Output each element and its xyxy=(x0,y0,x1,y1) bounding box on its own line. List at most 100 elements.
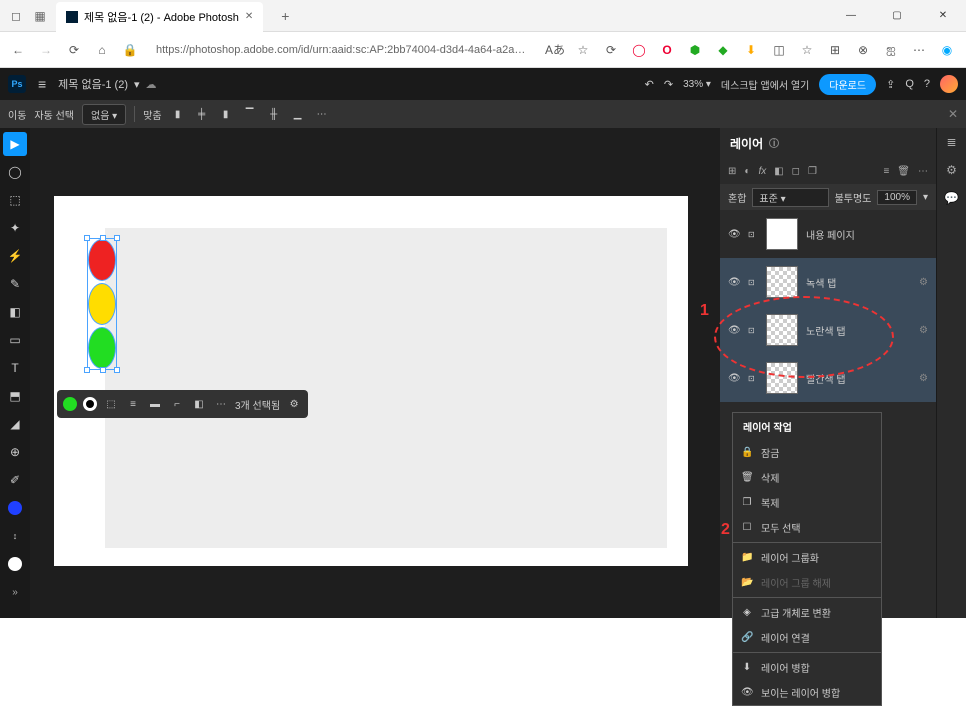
copilot-icon[interactable]: ◉ xyxy=(936,40,958,60)
autoselect-dropdown[interactable]: 없음 ▾ xyxy=(82,104,126,125)
star-icon[interactable]: ☆ xyxy=(572,40,594,60)
layers-rail-icon[interactable]: ≣ xyxy=(942,132,962,152)
profile-icon[interactable]: ◻ xyxy=(8,8,24,24)
lasso-tool[interactable]: ◯ xyxy=(3,160,27,184)
favorites-icon[interactable]: ☆ xyxy=(796,40,818,60)
ext2-icon[interactable]: O xyxy=(656,40,678,60)
undo-button[interactable]: ↶ xyxy=(645,78,654,91)
menu-button[interactable]: ≡ xyxy=(38,76,46,92)
wand-tool[interactable]: ✦ xyxy=(3,216,27,240)
align-icon[interactable]: ▬ xyxy=(147,399,163,410)
more-icon[interactable]: ⋯ xyxy=(213,399,229,410)
add-layer-icon[interactable]: ⊞ xyxy=(728,166,736,177)
ctx-merge[interactable]: ⬇레이어 병합 xyxy=(733,655,881,680)
ctx-duplicate[interactable]: ❐복제 xyxy=(733,490,881,515)
redo-button[interactable]: ↷ xyxy=(664,78,673,91)
more-icon[interactable]: ⋯ xyxy=(908,40,930,60)
text-tool[interactable]: T xyxy=(3,356,27,380)
align-right-icon[interactable]: ▮ xyxy=(218,106,234,122)
ctx-link[interactable]: 🔗레이어 연결 xyxy=(733,625,881,650)
ps-logo-icon[interactable]: Ps xyxy=(8,75,26,93)
align-left-icon[interactable]: ▮ xyxy=(170,106,186,122)
move-tool[interactable]: ▶ xyxy=(3,132,27,156)
options-close-icon[interactable]: ✕ xyxy=(948,107,958,121)
align-top-icon[interactable]: ▔ xyxy=(242,106,258,122)
search-icon[interactable]: Q xyxy=(905,78,914,90)
close-window-button[interactable]: ✕ xyxy=(920,0,966,32)
new-tab-button[interactable]: + xyxy=(271,8,299,24)
link-icon[interactable]: ⊡ xyxy=(748,374,758,383)
ctx-delete[interactable]: 🗑삭제 xyxy=(733,465,881,490)
info-icon[interactable]: i xyxy=(769,138,779,148)
opacity-input[interactable]: 100% xyxy=(877,190,917,205)
sync-icon[interactable]: ⟳ xyxy=(600,40,622,60)
align-hcenter-icon[interactable]: ╪ xyxy=(194,106,210,122)
chevron-down-icon[interactable]: ▾ xyxy=(134,78,140,91)
translate-icon[interactable]: Aあ xyxy=(544,40,566,60)
options-icon[interactable]: ⚙ xyxy=(286,399,302,410)
home-button[interactable]: ⌂ xyxy=(92,40,112,60)
minimize-button[interactable]: — xyxy=(828,0,874,32)
canvas[interactable]: ⬚ ≡ ▬ ⌐ ◧ ⋯ 3개 선택됨 ⚙ xyxy=(30,128,720,618)
swap-colors-icon[interactable]: ↕ xyxy=(3,524,27,548)
align-vcenter-icon[interactable]: ╫ xyxy=(266,106,282,122)
layer-item[interactable]: 👁 ⊡ 내용 페이지 xyxy=(720,210,936,258)
group-icon[interactable]: ❐ xyxy=(808,166,817,177)
back-button[interactable]: ← xyxy=(8,40,28,60)
open-desktop-link[interactable]: 데스크탑 앱에서 열기 xyxy=(721,77,809,92)
forward-button[interactable]: → xyxy=(36,40,56,60)
share-icon[interactable]: ⇪ xyxy=(886,78,895,91)
maximize-button[interactable]: ▢ xyxy=(874,0,920,32)
workspaces-icon[interactable]: ▦ xyxy=(32,8,48,24)
layer-options-icon[interactable]: ⚙ xyxy=(919,373,928,384)
blend-mode-select[interactable]: 표준 ▾ xyxy=(752,188,828,207)
ctx-select-all[interactable]: ☐모두 선택 xyxy=(733,515,881,540)
download-button[interactable]: 다운로드 xyxy=(819,74,876,95)
layer-options-icon[interactable]: ⚙ xyxy=(919,277,928,288)
more-align-icon[interactable]: ⋯ xyxy=(314,106,330,122)
marquee-tool[interactable]: ⬚ xyxy=(3,188,27,212)
ext1-icon[interactable]: ◯ xyxy=(628,40,650,60)
layer-options-icon[interactable]: ⚙ xyxy=(919,325,928,336)
panel-more-icon[interactable]: ⋯ xyxy=(918,166,928,177)
ext3-icon[interactable]: ⬢ xyxy=(684,40,706,60)
avatar[interactable] xyxy=(940,75,958,93)
opacity-chevron-icon[interactable]: ▾ xyxy=(923,192,928,203)
fg-color[interactable] xyxy=(3,496,27,520)
ctx-smart[interactable]: ◈고급 개체로 변환 xyxy=(733,600,881,625)
ext6-icon[interactable]: ⊗ xyxy=(852,40,874,60)
visibility-icon[interactable]: 👁 xyxy=(728,277,740,288)
lock-icon[interactable]: 🔒 xyxy=(120,40,140,60)
align-bottom-icon[interactable]: ▁ xyxy=(290,106,306,122)
fill-color[interactable] xyxy=(63,397,77,411)
crop-tool[interactable]: ⬒ xyxy=(3,384,27,408)
quick-tool[interactable]: ⚡ xyxy=(3,244,27,268)
transform-icon[interactable]: ⬚ xyxy=(103,399,119,410)
url-field[interactable]: https://photoshop.adobe.com/id/urn:aaid:… xyxy=(148,44,536,56)
ctx-group[interactable]: 📁레이어 그룹화 xyxy=(733,545,881,570)
stroke-color[interactable] xyxy=(83,397,97,411)
comment-rail-icon[interactable]: 💬 xyxy=(942,188,962,208)
selected-shapes[interactable] xyxy=(87,238,117,370)
split-icon[interactable]: ◫ xyxy=(768,40,790,60)
flip-icon[interactable]: ◧ xyxy=(191,399,207,410)
visibility-icon[interactable]: 👁 xyxy=(728,229,740,240)
brush-tool[interactable]: ✎ xyxy=(3,272,27,296)
link-icon[interactable]: ⊡ xyxy=(748,278,758,287)
collections-icon[interactable]: ⊞ xyxy=(824,40,846,60)
ext5-icon[interactable]: ⬇ xyxy=(740,40,762,60)
ctx-lock[interactable]: 🔒잠금 xyxy=(733,440,881,465)
shape-tool[interactable]: ▭ xyxy=(3,328,27,352)
visibility-icon[interactable]: 👁 xyxy=(728,373,740,384)
expand-toolbar[interactable]: » xyxy=(3,580,27,604)
clone-tool[interactable]: ⊕ xyxy=(3,440,27,464)
browser-tab[interactable]: 제목 없음-1 (2) - Adobe Photosh ✕ xyxy=(56,2,263,32)
eyedropper-tool[interactable]: ✐ xyxy=(3,468,27,492)
gradient-tool[interactable]: ◢ xyxy=(3,412,27,436)
zoom-level[interactable]: 33% ▾ xyxy=(683,79,711,90)
arrange-icon[interactable]: ≡ xyxy=(125,399,141,410)
refresh-button[interactable]: ⟳ xyxy=(64,40,84,60)
eraser-tool[interactable]: ◧ xyxy=(3,300,27,324)
ext7-icon[interactable]: ஐ xyxy=(880,40,902,60)
adjust-icon[interactable]: ◧ xyxy=(774,166,783,177)
